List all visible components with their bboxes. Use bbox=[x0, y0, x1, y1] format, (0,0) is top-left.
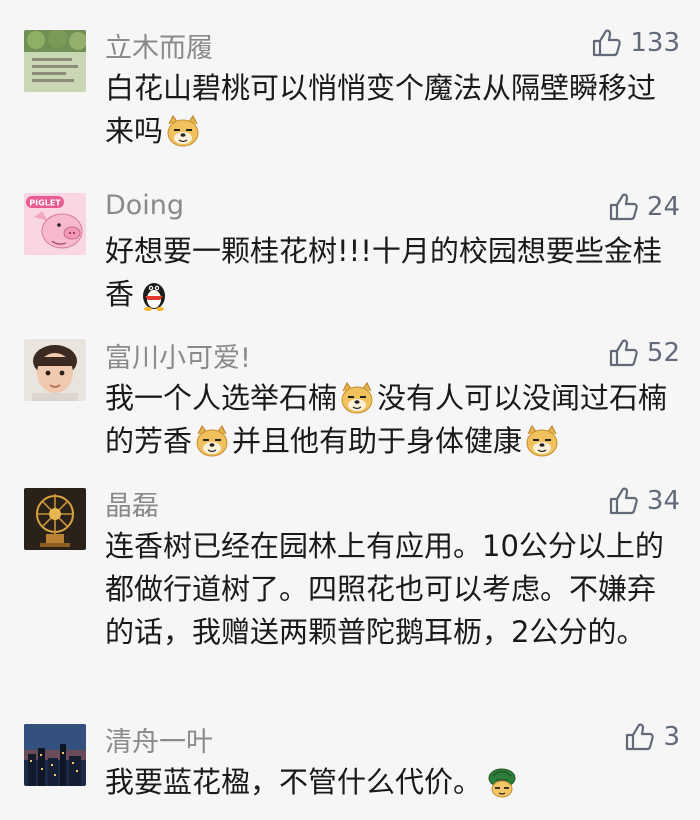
avatar[interactable] bbox=[24, 724, 86, 786]
avatar[interactable]: PIGLET bbox=[24, 193, 86, 255]
thumbs-up-icon bbox=[626, 723, 655, 751]
comment-text: 好想要一颗桂花树!!!十月的校园想要些金桂香 bbox=[105, 230, 670, 316]
avatar[interactable] bbox=[24, 30, 86, 92]
comment-author[interactable]: Doing bbox=[105, 190, 184, 221]
doge-emoji-icon bbox=[165, 114, 201, 148]
comment-text-part: 连香树已经在园林上有应用。10公分以上的都做行道树了。四照花也可以考虑。不嫌弃的… bbox=[105, 529, 664, 649]
like-button[interactable]: 3 bbox=[623, 721, 680, 753]
comment-text-part: 我一个人选举石楠 bbox=[105, 381, 338, 415]
comment-author[interactable]: 清舟一叶 bbox=[105, 720, 213, 759]
avatar[interactable] bbox=[24, 488, 86, 550]
comment-author[interactable]: 立木而履 bbox=[105, 26, 213, 65]
like-button[interactable]: 133 bbox=[590, 27, 680, 59]
avatar[interactable] bbox=[24, 339, 86, 401]
like-button[interactable]: 34 bbox=[607, 485, 680, 517]
thumbs-up-icon bbox=[609, 487, 638, 515]
comment-author[interactable]: 晶磊 bbox=[105, 484, 159, 523]
golden-sculpture-avatar-icon bbox=[24, 488, 86, 550]
svg-text:PIGLET: PIGLET bbox=[29, 199, 61, 208]
turtle-emoji-icon bbox=[484, 765, 520, 799]
like-button[interactable]: 52 bbox=[607, 337, 680, 369]
comment-text: 我要蓝花楹，不管什么代价。 bbox=[105, 761, 670, 804]
penguin-emoji-icon bbox=[136, 277, 172, 311]
comment-author[interactable]: 富川小可爱! bbox=[105, 336, 251, 375]
scenery-avatar-icon bbox=[24, 30, 86, 92]
comment-text: 我一个人选举石楠 没有人可以没闻过石楠的芳香 并且他有助于身体健康 bbox=[105, 377, 670, 463]
like-count: 133 bbox=[630, 28, 680, 58]
like-button[interactable]: 24 bbox=[607, 191, 680, 223]
comment-text: 白花山碧桃可以悄悄变个魔法从隔壁瞬移过来吗 bbox=[105, 67, 670, 153]
like-count: 34 bbox=[646, 486, 680, 516]
like-count: 52 bbox=[646, 338, 680, 368]
like-count: 24 bbox=[646, 192, 680, 222]
like-count: 3 bbox=[663, 722, 680, 752]
piglet-avatar-icon: PIGLET bbox=[24, 193, 86, 255]
doge-emoji-icon bbox=[194, 424, 230, 458]
thumbs-up-icon bbox=[593, 29, 622, 57]
comment-text-part: 好想要一颗桂花树!!!十月的校园想要些金桂香 bbox=[105, 234, 662, 311]
comment-text-part: 我要蓝花楹，不管什么代价。 bbox=[105, 765, 483, 799]
city-night-avatar-icon bbox=[24, 724, 86, 786]
comment-text: 连香树已经在园林上有应用。10公分以上的都做行道树了。四照花也可以考虑。不嫌弃的… bbox=[105, 525, 670, 654]
comment-text-part: 并且他有助于身体健康 bbox=[232, 424, 523, 458]
baby-photo-avatar-icon bbox=[24, 339, 86, 401]
thumbs-up-icon bbox=[609, 193, 638, 221]
doge-emoji-icon bbox=[339, 381, 375, 415]
doge-emoji-icon bbox=[524, 424, 560, 458]
thumbs-up-icon bbox=[609, 339, 638, 367]
